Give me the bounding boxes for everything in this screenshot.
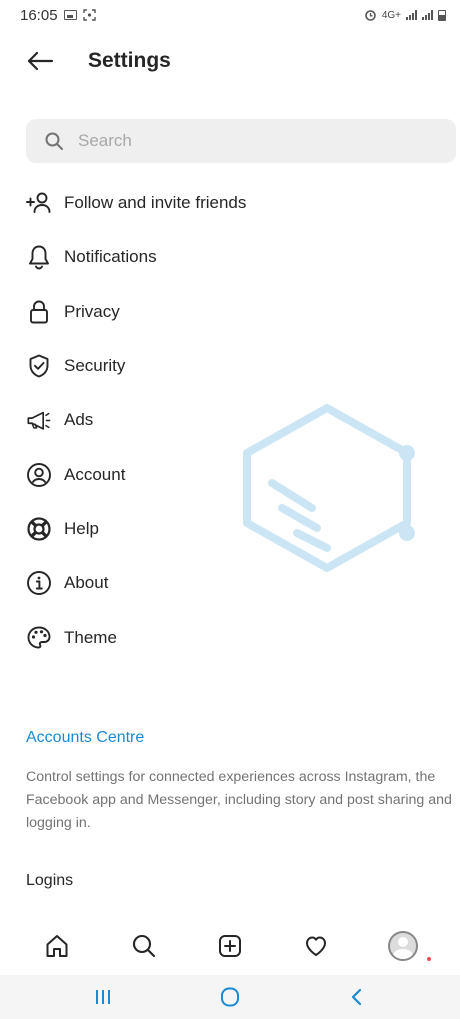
nav-activity-button[interactable] xyxy=(294,924,338,968)
menu-item-about[interactable]: About xyxy=(0,556,460,610)
menu-label: Theme xyxy=(64,627,117,647)
menu-item-help[interactable]: Help xyxy=(0,502,460,556)
accounts-centre-link[interactable]: Accounts Centre xyxy=(26,729,144,747)
battery-icon xyxy=(438,9,446,21)
system-back-button[interactable] xyxy=(332,979,382,1015)
bell-icon xyxy=(26,244,52,270)
menu-label: Ads xyxy=(64,410,94,430)
page-title: Settings xyxy=(88,49,171,72)
menu-item-follow-invite[interactable]: Follow and invite friends xyxy=(0,176,460,230)
search-bar[interactable] xyxy=(26,119,456,163)
lifebuoy-icon xyxy=(26,516,52,542)
heart-icon xyxy=(306,936,327,956)
recent-apps-icon xyxy=(96,990,111,1004)
nav-profile-button[interactable] xyxy=(381,924,425,968)
alarm-icon xyxy=(365,10,376,21)
menu-item-theme[interactable]: Theme xyxy=(0,610,460,664)
nav-home-button[interactable] xyxy=(35,924,79,968)
megaphone-icon xyxy=(26,407,52,433)
bottom-nav xyxy=(0,922,460,970)
status-bar: 16:05 4G+ xyxy=(0,0,460,30)
menu-item-account[interactable]: Account xyxy=(0,447,460,501)
shield-check-icon xyxy=(26,353,52,379)
arrow-left-icon xyxy=(27,51,54,71)
menu-item-ads[interactable]: Ads xyxy=(0,393,460,447)
header: Settings xyxy=(0,38,460,84)
search-icon xyxy=(45,132,63,150)
signal-icon xyxy=(406,10,417,20)
menu-item-privacy[interactable]: Privacy xyxy=(0,285,460,339)
palette-icon xyxy=(26,625,52,651)
status-right: 4G+ xyxy=(364,9,446,21)
gallery-icon xyxy=(63,10,77,20)
search-input[interactable] xyxy=(78,131,408,151)
profile-avatar xyxy=(387,931,418,961)
status-left: 16:05 xyxy=(20,7,96,24)
menu-label: About xyxy=(64,573,109,593)
menu-label: Help xyxy=(64,518,99,538)
menu-label: Security xyxy=(64,356,126,376)
info-icon xyxy=(26,570,52,596)
add-person-icon xyxy=(26,190,52,216)
settings-menu: Follow and invite friends Notifications … xyxy=(0,176,460,665)
back-button[interactable] xyxy=(20,41,60,81)
status-time: 16:05 xyxy=(20,6,58,24)
new-post-icon xyxy=(218,935,241,957)
account-circle-icon xyxy=(26,462,52,488)
menu-label: Follow and invite friends xyxy=(64,193,247,213)
notification-dot xyxy=(427,957,431,961)
screenshot-icon xyxy=(82,9,96,21)
menu-label: Account xyxy=(64,464,126,484)
logins-heading: Logins xyxy=(26,872,74,889)
menu-label: Notifications xyxy=(64,247,157,267)
system-nav-bar xyxy=(0,975,460,1019)
search-icon xyxy=(132,934,155,958)
menu-item-security[interactable]: Security xyxy=(0,339,460,393)
network-type: 4G+ xyxy=(381,9,401,21)
back-chevron-icon xyxy=(351,988,361,1006)
accounts-centre-description: Control settings for connected experienc… xyxy=(26,769,452,831)
home-icon xyxy=(46,935,68,957)
signal-icon-2 xyxy=(422,10,433,20)
nav-new-post-button[interactable] xyxy=(208,924,252,968)
nav-search-button[interactable] xyxy=(122,924,166,968)
menu-item-notifications[interactable]: Notifications xyxy=(0,230,460,284)
home-circle-icon xyxy=(220,987,239,1007)
lock-icon xyxy=(26,299,52,325)
system-home-button[interactable] xyxy=(205,979,255,1015)
recent-apps-button[interactable] xyxy=(78,979,128,1015)
menu-label: Privacy xyxy=(64,301,120,321)
